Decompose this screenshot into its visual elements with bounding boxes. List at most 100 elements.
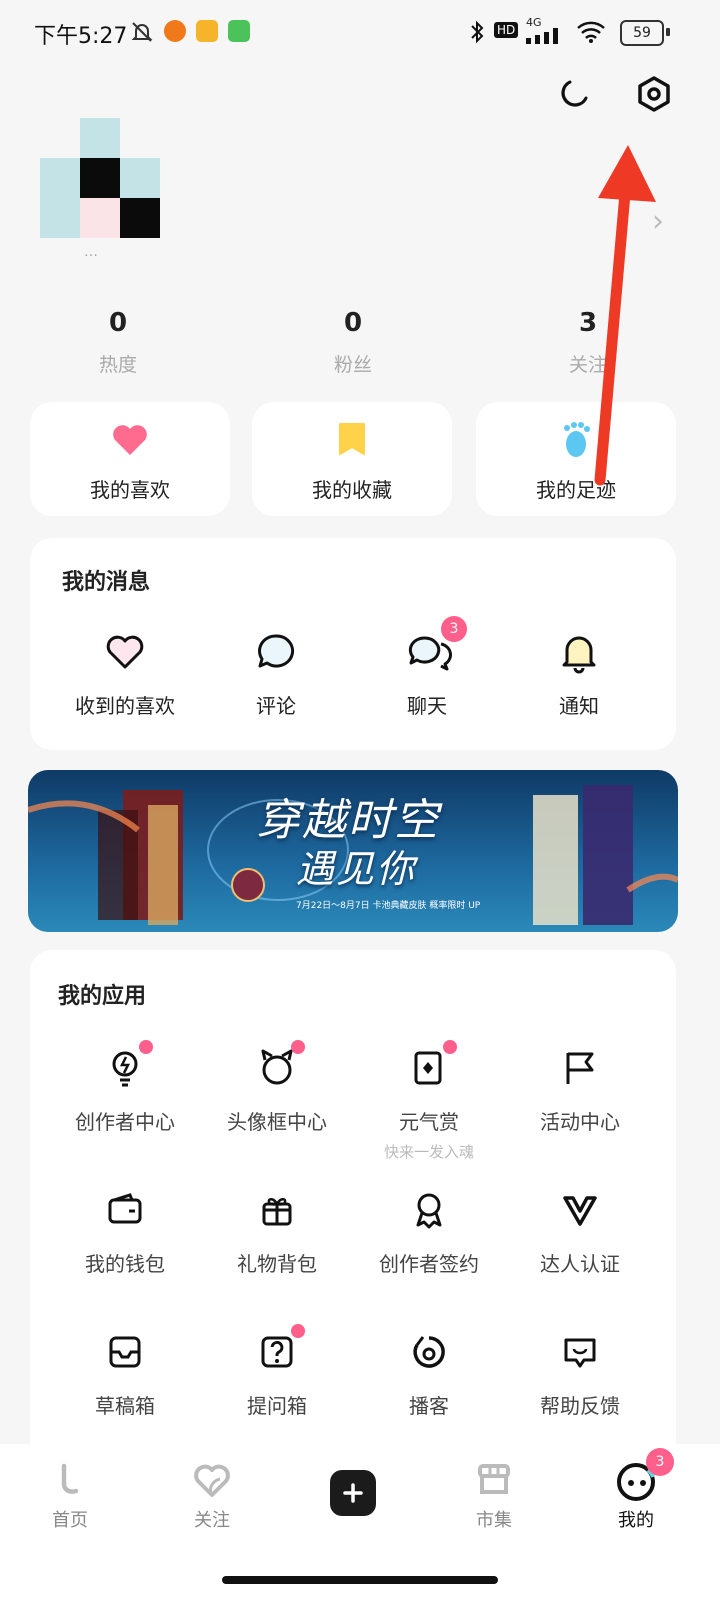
- stat-value: 0: [108, 308, 128, 338]
- home-indicator: [222, 1576, 498, 1584]
- message-label: 聊天: [407, 694, 447, 718]
- night-mode-button[interactable]: [554, 74, 594, 114]
- app-label: 播客: [409, 1394, 449, 1418]
- app-notify-icon: [164, 20, 186, 42]
- podcast-button[interactable]: 播客: [354, 1332, 504, 1419]
- me-badge: 3: [646, 1448, 674, 1476]
- promo-banner[interactable]: 穿越时空 遇见你 7月22日～8月7日 卡池典藏皮肤 概率限时 UP: [28, 770, 678, 932]
- tab-home[interactable]: 首页: [20, 1460, 120, 1532]
- banner-caption: 7月22日～8月7日 卡池典藏皮肤 概率限时 UP: [296, 901, 481, 911]
- message-label: 收到的喜欢: [75, 694, 175, 718]
- app-label: 帮助反馈: [540, 1394, 620, 1418]
- heart-icon: [110, 420, 150, 460]
- question-box-button[interactable]: 提问箱: [202, 1324, 352, 1419]
- expert-verification-button[interactable]: 达人认证: [505, 1190, 655, 1277]
- banner-title-line2: 遇见你: [296, 847, 417, 891]
- stat-label: 热度: [98, 354, 137, 376]
- avatar-frame-icon: [257, 1040, 305, 1088]
- inbox-icon: [105, 1332, 145, 1372]
- app-label: 创作者签约: [379, 1252, 479, 1276]
- stat-value: 0: [343, 308, 363, 338]
- tab-label: 我的: [618, 1510, 654, 1531]
- plus-icon: [343, 1483, 363, 1503]
- chat-button[interactable]: 3 聊天: [372, 616, 482, 719]
- moon-icon: [561, 80, 588, 107]
- received-likes-button[interactable]: 收到的喜欢: [70, 630, 180, 719]
- stat-fans[interactable]: 0 粉丝: [273, 308, 433, 377]
- annotation-arrow: [594, 145, 656, 486]
- my-likes-button[interactable]: 我的喜欢: [30, 402, 230, 516]
- new-dot: [291, 1040, 305, 1054]
- username[interactable]: …: [84, 244, 98, 260]
- gift-icon: [257, 1190, 297, 1230]
- settings-button[interactable]: [634, 74, 674, 114]
- messages-title: 我的消息: [62, 570, 151, 595]
- settings-icon: [638, 76, 670, 112]
- app-label: 我的钱包: [85, 1252, 165, 1276]
- drafts-button[interactable]: 草稿箱: [50, 1332, 200, 1419]
- tab-follow[interactable]: 关注: [162, 1460, 262, 1532]
- quick-label: 我的喜欢: [90, 478, 170, 502]
- activity-center-button[interactable]: 活动中心: [505, 1048, 655, 1135]
- tab-label: 关注: [194, 1510, 230, 1531]
- app-label: 提问箱: [247, 1394, 307, 1418]
- yuanqi-reward-button[interactable]: 元气赏 快来一发入魂: [354, 1040, 504, 1162]
- follow-heart-icon: [162, 1460, 262, 1500]
- avatar[interactable]: [40, 118, 162, 240]
- new-dot: [291, 1324, 305, 1338]
- gift-backpack-button[interactable]: 礼物背包: [202, 1190, 352, 1277]
- new-dot: [139, 1040, 153, 1054]
- signal-icon: [526, 28, 566, 48]
- feedback-icon: [560, 1332, 600, 1372]
- my-favorites-button[interactable]: 我的收藏: [252, 402, 452, 516]
- app-label: 创作者中心: [75, 1110, 175, 1134]
- status-time: 下午5:27: [34, 24, 128, 49]
- app-notify-icon: [228, 20, 250, 42]
- message-label: 通知: [559, 694, 599, 718]
- stat-heat[interactable]: 0 热度: [38, 308, 198, 377]
- bulb-icon: [105, 1040, 153, 1088]
- help-feedback-button[interactable]: 帮助反馈: [505, 1332, 655, 1419]
- wallet-icon: [105, 1190, 145, 1230]
- shop-icon: [444, 1460, 544, 1500]
- question-box-icon: [257, 1324, 305, 1372]
- quick-label: 我的收藏: [312, 478, 392, 502]
- tab-me[interactable]: 3 我的: [586, 1448, 686, 1532]
- app-label: 头像框中心: [227, 1110, 327, 1134]
- heart-outline-icon: [103, 630, 147, 674]
- wallet-button[interactable]: 我的钱包: [50, 1190, 200, 1277]
- app-label: 礼物背包: [237, 1252, 317, 1276]
- status-bar: 下午5:27 HD 4G 59: [0, 0, 720, 64]
- new-dot: [443, 1040, 457, 1054]
- comments-button[interactable]: 评论: [221, 630, 331, 719]
- flag-icon: [560, 1048, 600, 1088]
- chat-badge: 3: [441, 616, 467, 642]
- app-sublabel: 快来一发入魂: [383, 1143, 474, 1161]
- card-icon: [409, 1040, 457, 1088]
- bell-icon: [557, 630, 601, 674]
- avatar-frame-center-button[interactable]: 头像框中心: [202, 1040, 352, 1135]
- notifications-button[interactable]: 通知: [524, 630, 634, 719]
- v-badge-icon: [560, 1190, 600, 1230]
- home-icon: [20, 1460, 120, 1500]
- tab-market[interactable]: 市集: [444, 1460, 544, 1532]
- message-label: 评论: [256, 694, 296, 718]
- tab-label: 市集: [476, 1510, 512, 1531]
- comment-icon: [254, 630, 298, 674]
- creator-center-button[interactable]: 创作者中心: [50, 1040, 200, 1135]
- battery-cap: [666, 28, 670, 36]
- hd-icon: HD: [494, 22, 519, 38]
- create-post-button[interactable]: [330, 1470, 376, 1516]
- app-notify-icon: [196, 20, 218, 42]
- app-label: 草稿箱: [95, 1394, 155, 1418]
- award-icon: [409, 1190, 449, 1230]
- bluetooth-icon: [468, 20, 486, 48]
- creator-contract-button[interactable]: 创作者签约: [354, 1190, 504, 1277]
- chat-icon: 3: [405, 616, 467, 674]
- wifi-icon: [576, 20, 606, 48]
- podcast-icon: [409, 1332, 449, 1372]
- tab-label: 首页: [52, 1510, 88, 1531]
- app-label: 活动中心: [540, 1110, 620, 1134]
- stat-label: 粉丝: [333, 354, 372, 376]
- battery-indicator: 59: [620, 20, 664, 46]
